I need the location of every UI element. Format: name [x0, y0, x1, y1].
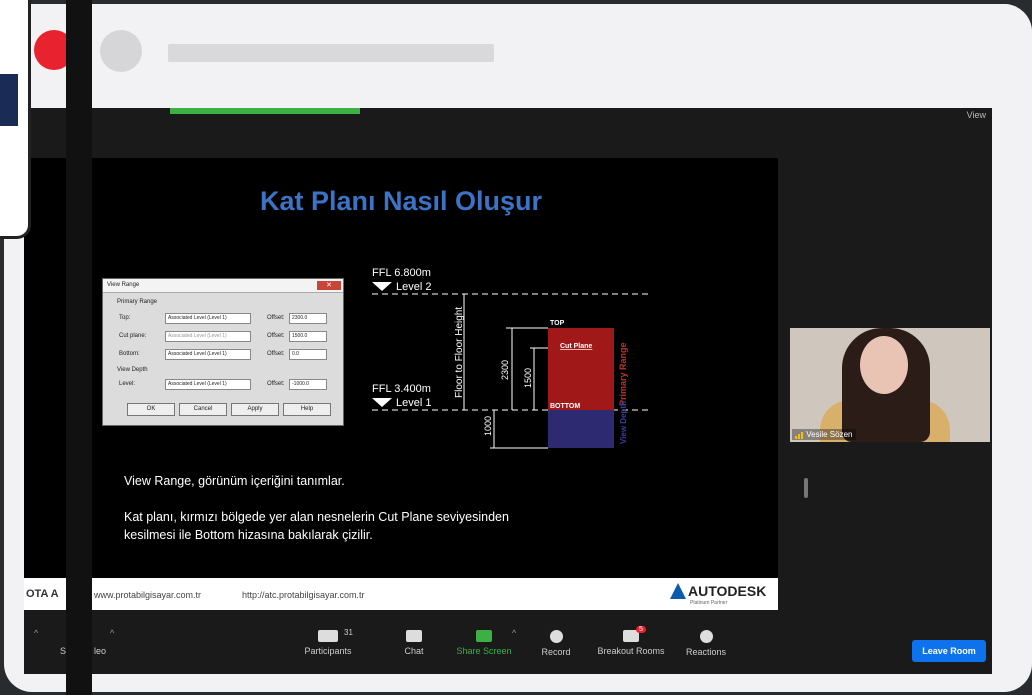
self-view-thumbnail[interactable] [0, 0, 31, 239]
participants-count: 31 [344, 628, 353, 637]
leave-room-button[interactable]: Leave Room [912, 640, 986, 662]
level-offset-field[interactable]: -1000.0 [289, 379, 327, 390]
chat-icon [406, 630, 422, 642]
record-label: Record [541, 647, 571, 657]
level1-label: Level 1 [396, 397, 431, 409]
participants-label: Participants [304, 646, 352, 656]
footer-link-1: www.protabilgisayar.com.tr [94, 590, 202, 600]
record-button[interactable]: Record [516, 630, 596, 657]
footer-link-2: http://atc.protabilgisayar.com.tr [242, 590, 365, 600]
partial-label: leo [94, 646, 107, 656]
cut-plane-offset-field[interactable]: 1500.0 [289, 331, 327, 342]
level1-marker [372, 398, 392, 407]
offset-label: Offset: [267, 351, 285, 357]
chevron-up-icon[interactable]: ^ [34, 628, 38, 638]
url-bar[interactable] [168, 44, 494, 62]
signal-icon [795, 430, 804, 439]
primary-range-label: Primary Range [117, 299, 158, 305]
partner-label: Platinum Partner [690, 600, 728, 606]
meeting-toolbar: ^ ^ St leo Participants 31 Chat Share Sc… [24, 622, 992, 674]
participants-button[interactable]: Participants 31 [288, 628, 368, 656]
participants-icon [318, 630, 338, 642]
panel-resize-handle[interactable] [804, 478, 808, 498]
dim-1500: 1500 [523, 368, 533, 388]
ffl-top-label: FFL 6.800m [372, 267, 431, 279]
top-marker-label: TOP [550, 320, 565, 327]
chat-label: Chat [404, 646, 424, 656]
level-combo[interactable]: Associated Level (Level 1) [165, 379, 251, 390]
slide-title: Kat Planı Nasıl Oluşur [259, 186, 543, 216]
autodesk-icon [670, 582, 686, 599]
ffl-bottom-label: FFL 3.400m [372, 383, 431, 395]
shared-slide: Kat Planı Nasıl Oluşur View Range ✕ Prim… [24, 158, 778, 610]
close-icon[interactable]: ✕ [317, 281, 341, 290]
top-combo[interactable]: Associated Level (Level 1) [165, 313, 251, 324]
reactions-button[interactable]: Reactions [666, 630, 746, 657]
participant-video[interactable]: Vesile Sözen [790, 328, 990, 442]
dim-1000: 1000 [483, 416, 493, 436]
top-label: Top: [119, 315, 131, 321]
browser-bar [4, 4, 1032, 104]
share-indicator [170, 108, 360, 114]
chat-button[interactable]: Chat [374, 630, 454, 656]
primary-range-label-vertical: Primary Range [618, 342, 628, 406]
level2-marker [372, 282, 392, 291]
bottom-label: Bottom: [119, 351, 140, 357]
top-offset-field[interactable]: 2300.0 [289, 313, 327, 324]
bottom-offset-field[interactable]: 0.0 [289, 349, 327, 360]
breakout-rooms-label: Breakout Rooms [597, 646, 665, 656]
chevron-up-icon[interactable]: ^ [110, 628, 114, 638]
slide-text-2: Kat planı, kırmızı bölgede yer alan nesn… [124, 510, 509, 524]
device-bezel-strip [66, 0, 92, 695]
cancel-button[interactable]: Cancel [179, 403, 227, 416]
person-face [860, 336, 908, 394]
participant-name-text: Vesile Sözen [806, 430, 853, 439]
view-depth-region [548, 410, 614, 448]
primary-range-region [548, 328, 614, 410]
view-depth-label-vertical: View Depth [619, 401, 628, 444]
view-depth-label: View Depth [117, 367, 148, 373]
share-screen-icon [476, 630, 492, 642]
view-range-dialog: View Range ✕ Primary Range Top: Associat… [102, 278, 344, 426]
help-button[interactable]: Help [283, 403, 331, 416]
autodesk-name: AUTODESK [688, 582, 767, 599]
slide-footer: OTA A www.protabilgisayar.com.tr http://… [24, 578, 778, 610]
avatar-placeholder [100, 30, 142, 72]
offset-label: Offset: [267, 315, 285, 321]
level-label: Level: [119, 381, 136, 387]
breakout-rooms-button[interactable]: Breakout Rooms 5 [590, 626, 672, 656]
dim-2300: 2300 [500, 360, 510, 380]
slide-text-3: kesilmesi ile Bottom hizasına bakılarak … [124, 528, 373, 542]
apply-button[interactable]: Apply [231, 403, 279, 416]
reactions-icon [699, 630, 713, 643]
self-video [0, 74, 18, 126]
device-frame: View Kat Planı Nasıl Oluşur View Range ✕… [0, 0, 1032, 695]
cut-plane-label: Cut plane: [119, 333, 147, 339]
ok-button[interactable]: OK [127, 403, 175, 416]
autodesk-logo: AUTODESK Platinum Partner [670, 582, 767, 606]
reactions-label: Reactions [685, 647, 727, 657]
share-screen-label: Share Screen [456, 646, 512, 656]
view-range-diagram: FFL 6.800m Level 2 FFL 3.400m Level 1 Fl… [372, 267, 649, 449]
prota-logo: OTA A [26, 588, 59, 600]
participant-name: Vesile Sözen [792, 429, 856, 440]
offset-label: Offset: [267, 333, 285, 339]
cut-plane-combo[interactable]: Associated Level (Level 1) [165, 331, 251, 342]
level2-label: Level 2 [396, 281, 431, 293]
zoom-window: View Kat Planı Nasıl Oluşur View Range ✕… [24, 108, 992, 674]
breakout-badge: 5 [636, 626, 646, 633]
cut-plane-marker-label: Cut Plane [560, 343, 592, 350]
bottom-combo[interactable]: Associated Level (Level 1) [165, 349, 251, 360]
bottom-marker-label: BOTTOM [550, 403, 580, 410]
view-button[interactable]: View [967, 110, 986, 120]
offset-label: Offset: [267, 381, 285, 387]
dialog-title: View Range [103, 279, 343, 293]
slide-text-1: View Range, görünüm içeriğini tanımlar. [124, 474, 345, 488]
record-icon [549, 630, 563, 643]
video-partial[interactable]: leo [94, 646, 124, 656]
tablet-screen: View Kat Planı Nasıl Oluşur View Range ✕… [4, 4, 1032, 692]
floor-height-label: Floor to Floor Height [454, 307, 465, 398]
